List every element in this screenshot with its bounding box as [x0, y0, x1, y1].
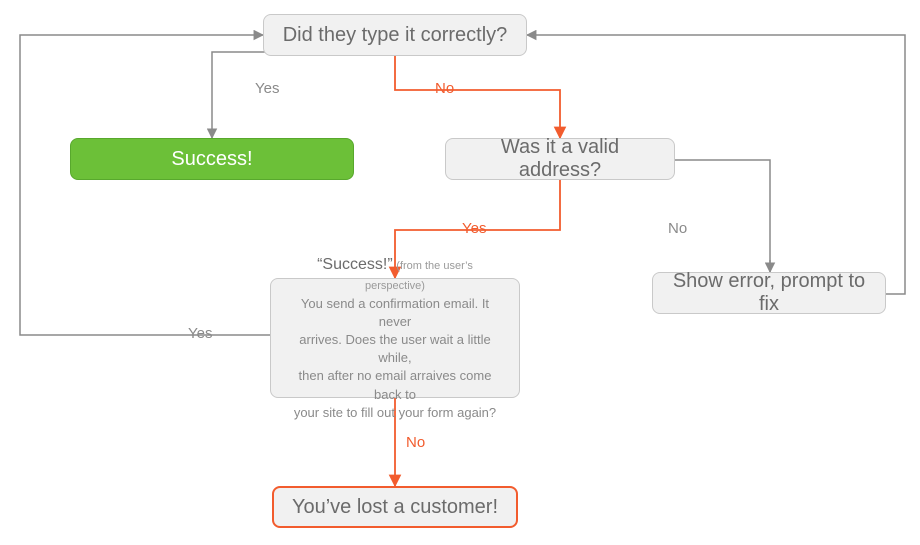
node-valid-address: Was it a valid address?: [445, 138, 675, 180]
node-typed-correctly-label: Did they type it correctly?: [283, 24, 508, 47]
edge-typed-no: [395, 52, 560, 138]
node-typed-correctly: Did they type it correctly?: [263, 14, 527, 56]
label-valid-yes: Yes: [462, 220, 486, 237]
node-success: Success!: [70, 138, 354, 180]
node-lost-customer-label: You’ve lost a customer!: [292, 496, 498, 519]
node-story: “Success!” (from the user’s perspective)…: [270, 278, 520, 398]
label-typed-yes: Yes: [255, 80, 279, 97]
node-valid-address-label: Was it a valid address?: [462, 136, 658, 182]
label-story-yes: Yes: [188, 325, 212, 342]
label-typed-no: No: [435, 80, 454, 97]
label-story-no: No: [406, 434, 425, 451]
label-valid-no: No: [668, 220, 687, 237]
node-lost-customer: You’ve lost a customer!: [272, 486, 518, 528]
edge-story-yes: [20, 35, 270, 335]
node-show-error: Show error, prompt to fix: [652, 272, 886, 314]
node-show-error-label: Show error, prompt to fix: [669, 270, 869, 316]
edge-valid-no: [675, 160, 770, 272]
node-success-label: Success!: [171, 148, 252, 171]
node-story-text: “Success!” (from the user’s perspective)…: [287, 254, 503, 422]
